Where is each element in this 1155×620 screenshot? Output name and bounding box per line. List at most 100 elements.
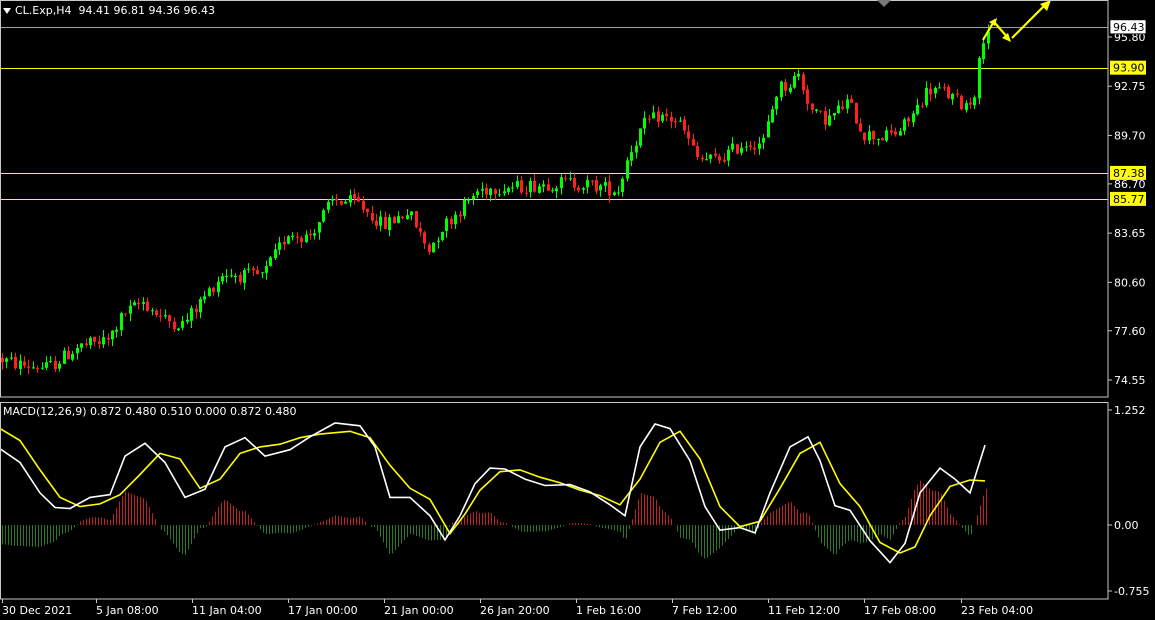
candle-body bbox=[771, 109, 774, 123]
candle-body bbox=[696, 146, 699, 157]
candle-body bbox=[894, 131, 897, 135]
candle-body bbox=[819, 110, 822, 112]
candle-body bbox=[115, 329, 118, 332]
time-tick-label: 11 Jan 04:00 bbox=[192, 604, 262, 617]
candle-body bbox=[982, 43, 985, 60]
main-pane-border bbox=[0, 0, 1109, 398]
candle-body bbox=[793, 75, 796, 88]
candle-body bbox=[344, 201, 347, 204]
price-tick-label: 80.60 bbox=[1114, 276, 1146, 289]
symbol-header[interactable]: CL.Exp,H4 94.41 96.81 94.36 96.43 bbox=[3, 4, 215, 17]
price-tick-label: 92.75 bbox=[1114, 80, 1146, 93]
candle-body bbox=[212, 287, 215, 293]
candle-body bbox=[542, 184, 545, 187]
candle-body bbox=[903, 119, 906, 131]
candle-body bbox=[749, 145, 752, 148]
candle-body bbox=[701, 157, 704, 160]
candle-body bbox=[481, 188, 484, 191]
time-tick-label: 30 Dec 2021 bbox=[2, 604, 72, 617]
candle-body bbox=[357, 197, 360, 202]
candle-body bbox=[639, 128, 642, 146]
candle-body bbox=[956, 93, 959, 95]
candle-body bbox=[27, 366, 30, 368]
candle-body bbox=[340, 200, 343, 205]
candle-body bbox=[811, 103, 814, 110]
candle-body bbox=[489, 188, 492, 196]
candle-body bbox=[859, 123, 862, 132]
candle-body bbox=[98, 341, 101, 344]
candle-body bbox=[441, 231, 444, 240]
candle-body bbox=[718, 156, 721, 161]
candle-body bbox=[459, 214, 462, 217]
candle-body bbox=[221, 276, 224, 282]
candle-body bbox=[155, 310, 158, 316]
candle-body bbox=[133, 302, 136, 306]
arrow-up-segment bbox=[1011, 4, 1046, 39]
candle-body bbox=[657, 111, 660, 122]
candle-body bbox=[833, 113, 836, 116]
candle-body bbox=[472, 196, 475, 200]
macd-histogram bbox=[2, 480, 987, 559]
candle-body bbox=[577, 187, 580, 191]
candle-body bbox=[261, 272, 264, 274]
candle-body bbox=[388, 217, 391, 231]
arrow-head bbox=[1002, 33, 1011, 42]
ohlc-values: 94.41 96.81 94.36 96.43 bbox=[78, 4, 215, 17]
candle-body bbox=[617, 192, 620, 194]
candle-body bbox=[256, 269, 259, 275]
time-axis: 30 Dec 2021 5 Jan 08:00 11 Jan 04:00 17 Jan… bbox=[2, 599, 1033, 617]
level-price-label: 87.38 bbox=[1113, 167, 1145, 180]
candle-body bbox=[855, 102, 858, 124]
time-tick-label: 11 Feb 12:00 bbox=[768, 604, 840, 617]
candle-body bbox=[674, 121, 677, 123]
triangle-down-icon[interactable] bbox=[3, 8, 11, 14]
candle-body bbox=[454, 214, 457, 225]
candle-body bbox=[252, 268, 255, 271]
candle-body bbox=[164, 315, 167, 317]
candle-body bbox=[137, 302, 140, 305]
candle-body bbox=[419, 228, 422, 232]
candle-body bbox=[784, 81, 787, 91]
price-axis: 95.8092.7589.7086.7083.6580.6077.6074.55… bbox=[1108, 19, 1149, 598]
forecast-arrow-icon[interactable] bbox=[982, 0, 1051, 42]
candle-body bbox=[846, 99, 849, 109]
candle-body bbox=[573, 177, 576, 188]
time-tick-label: 5 Jan 08:00 bbox=[96, 604, 159, 617]
candle-body bbox=[947, 86, 950, 99]
candle-body bbox=[789, 87, 792, 92]
macd-tick-label: 0.00 bbox=[1114, 519, 1139, 532]
candle-body bbox=[643, 117, 646, 129]
candle-body bbox=[410, 211, 413, 216]
candle-body bbox=[621, 178, 624, 193]
candle-body bbox=[63, 350, 66, 364]
candle-body bbox=[802, 74, 805, 91]
candle-body bbox=[745, 146, 748, 148]
candle-body bbox=[511, 187, 514, 189]
price-tick-label: 77.60 bbox=[1114, 325, 1146, 338]
candle-body bbox=[564, 178, 567, 180]
candle-body bbox=[45, 362, 48, 368]
time-tick-label: 17 Jan 00:00 bbox=[288, 604, 358, 617]
macd-tick-label: 1.252 bbox=[1114, 404, 1146, 417]
candle-body bbox=[727, 149, 730, 161]
candle-body bbox=[41, 367, 44, 369]
candle-body bbox=[907, 118, 910, 122]
candle-body bbox=[146, 301, 149, 311]
candle-body bbox=[613, 192, 616, 195]
candle-body bbox=[591, 180, 594, 182]
candle-body bbox=[921, 105, 924, 107]
time-tick-label: 17 Feb 08:00 bbox=[864, 604, 936, 617]
candle-body bbox=[401, 216, 404, 219]
candle-body bbox=[313, 233, 316, 236]
candle-body bbox=[934, 88, 937, 94]
candle-body bbox=[428, 244, 431, 253]
candle-body bbox=[533, 180, 536, 192]
candle-body bbox=[159, 315, 162, 317]
price-chart[interactable]: 95.8092.7589.7086.7083.6580.6077.6074.55… bbox=[0, 0, 1155, 620]
candle-body bbox=[538, 186, 541, 193]
candle-body bbox=[925, 87, 928, 106]
candle-body bbox=[247, 268, 250, 270]
candle-body bbox=[767, 121, 770, 138]
candle-body bbox=[362, 200, 365, 210]
candle-body bbox=[287, 236, 290, 244]
